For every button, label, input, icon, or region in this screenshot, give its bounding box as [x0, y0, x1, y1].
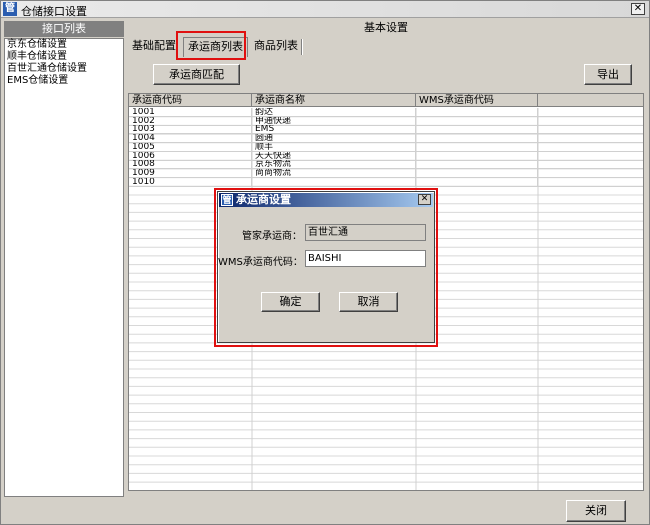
interface-list-pane: 接口列表 京东仓储设置 顺丰仓储设置 百世汇通仓储设置 EMS仓储设置 [4, 21, 124, 497]
empty-cell [538, 117, 643, 126]
wms-carrier-code-input[interactable]: BAISHI [305, 250, 426, 267]
tab-carrier-list[interactable]: 承运商列表 [183, 37, 248, 57]
cancel-button[interactable]: 取消 [339, 292, 398, 312]
tab-goods-list[interactable]: 商品列表 [250, 37, 302, 57]
carrier-name-cell: 京东物流 [252, 160, 416, 170]
carrier-code-cell: 1005 [129, 142, 252, 152]
interface-list-header: 接口列表 [4, 21, 124, 37]
carrier-name-cell: 申通快递 [252, 116, 416, 126]
close-button[interactable]: 关闭 [566, 500, 626, 522]
steward-carrier-label: 管家承运商： [242, 231, 302, 242]
empty-cell [538, 152, 643, 161]
main-window: 管 仓储接口设置 ✕ 接口列表 京东仓储设置 顺丰仓储设置 百世汇通仓储设置 E… [0, 0, 650, 525]
empty-cell [538, 160, 643, 169]
carrier-code-cell: 1003 [129, 125, 252, 135]
carrier-name-cell: 韵达 [252, 108, 416, 117]
window-title: 仓储接口设置 [21, 5, 87, 18]
carrier-name-cell: 天天快递 [252, 151, 416, 161]
empty-cell [538, 108, 643, 117]
table-row[interactable]: 1006 天天快递 [129, 151, 643, 161]
title-bar: 管 仓储接口设置 ✕ [1, 1, 649, 18]
empty-cell [538, 178, 643, 187]
table-row[interactable]: 1003 EMS [129, 125, 643, 135]
carrier-settings-dialog: 管 承运商设置 ✕ 管家承运商： 百世汇通 WMS承运商代码： BAISHI 确… [217, 191, 435, 343]
wms-code-cell [416, 168, 538, 178]
close-icon[interactable]: ✕ [631, 3, 645, 15]
empty-cell [538, 134, 643, 143]
carrier-name-cell: 圆通 [252, 134, 416, 144]
app-icon: 管 [3, 2, 17, 16]
empty-cell [538, 169, 643, 178]
wms-code-cell [416, 116, 538, 126]
table-row[interactable]: 1005 顺丰 [129, 142, 643, 152]
carrier-code-cell: 1006 [129, 151, 252, 161]
table-row[interactable]: 1008 京东物流 [129, 160, 643, 170]
carrier-code-cell: 1010 [129, 177, 252, 187]
wms-code-cell [416, 151, 538, 161]
wms-code-cell [416, 125, 538, 135]
carrier-match-button[interactable]: 承运商匹配 [153, 64, 240, 85]
dialog-app-icon: 管 [221, 194, 233, 206]
carrier-name-cell: 顺丰 [252, 142, 416, 152]
grid-header: 承运商代码 承运商名称 WMS承运商代码 [129, 94, 643, 107]
interface-item-ems[interactable]: EMS仓储设置 [5, 75, 123, 87]
column-header-wms-code[interactable]: WMS承运商代码 [416, 94, 538, 107]
wms-carrier-code-label: WMS承运商代码： [218, 257, 303, 268]
carrier-name-cell [252, 177, 416, 187]
settings-header: 基本设置 [364, 21, 408, 34]
table-row[interactable]: 1001 韵达 [129, 108, 643, 117]
table-row[interactable]: 1004 圆通 [129, 134, 643, 144]
carrier-code-cell: 1009 [129, 168, 252, 178]
dialog-close-icon[interactable]: ✕ [418, 194, 431, 205]
table-row[interactable]: 1002 申通快递 [129, 116, 643, 126]
dialog-title-bar: 管 承运商设置 ✕ [219, 193, 433, 207]
export-button[interactable]: 导出 [584, 64, 632, 85]
empty-cell [538, 143, 643, 152]
wms-code-cell [416, 160, 538, 170]
wms-code-cell [416, 108, 538, 117]
steward-carrier-field: 百世汇通 [305, 224, 426, 241]
tab-basic-config[interactable]: 基础配置 [128, 37, 180, 57]
interface-item-jd[interactable]: 京东仓储设置 [5, 39, 123, 51]
column-header-empty [538, 94, 643, 107]
wms-code-cell [416, 134, 538, 144]
dialog-title: 承运商设置 [236, 193, 291, 206]
column-header-carrier-code[interactable]: 承运商代码 [129, 94, 252, 107]
tab-divider [301, 39, 303, 55]
empty-cell [538, 125, 643, 134]
wms-code-cell [416, 177, 538, 187]
column-header-carrier-name[interactable]: 承运商名称 [252, 94, 416, 107]
interface-list: 京东仓储设置 顺丰仓储设置 百世汇通仓储设置 EMS仓储设置 [4, 38, 124, 497]
carrier-code-cell: 1004 [129, 134, 252, 144]
carrier-code-cell: 1002 [129, 116, 252, 126]
carrier-name-cell: 尚尚物流 [252, 168, 416, 178]
interface-item-sf[interactable]: 顺丰仓储设置 [5, 51, 123, 63]
interface-item-bestex[interactable]: 百世汇通仓储设置 [5, 63, 123, 75]
carrier-name-cell: EMS [252, 125, 416, 135]
carrier-code-cell: 1008 [129, 160, 252, 170]
carrier-code-cell: 1001 [129, 108, 252, 117]
table-row[interactable]: 1010 [129, 177, 643, 187]
table-row[interactable]: 1009 尚尚物流 [129, 168, 643, 178]
wms-code-cell [416, 142, 538, 152]
ok-button[interactable]: 确定 [261, 292, 320, 312]
